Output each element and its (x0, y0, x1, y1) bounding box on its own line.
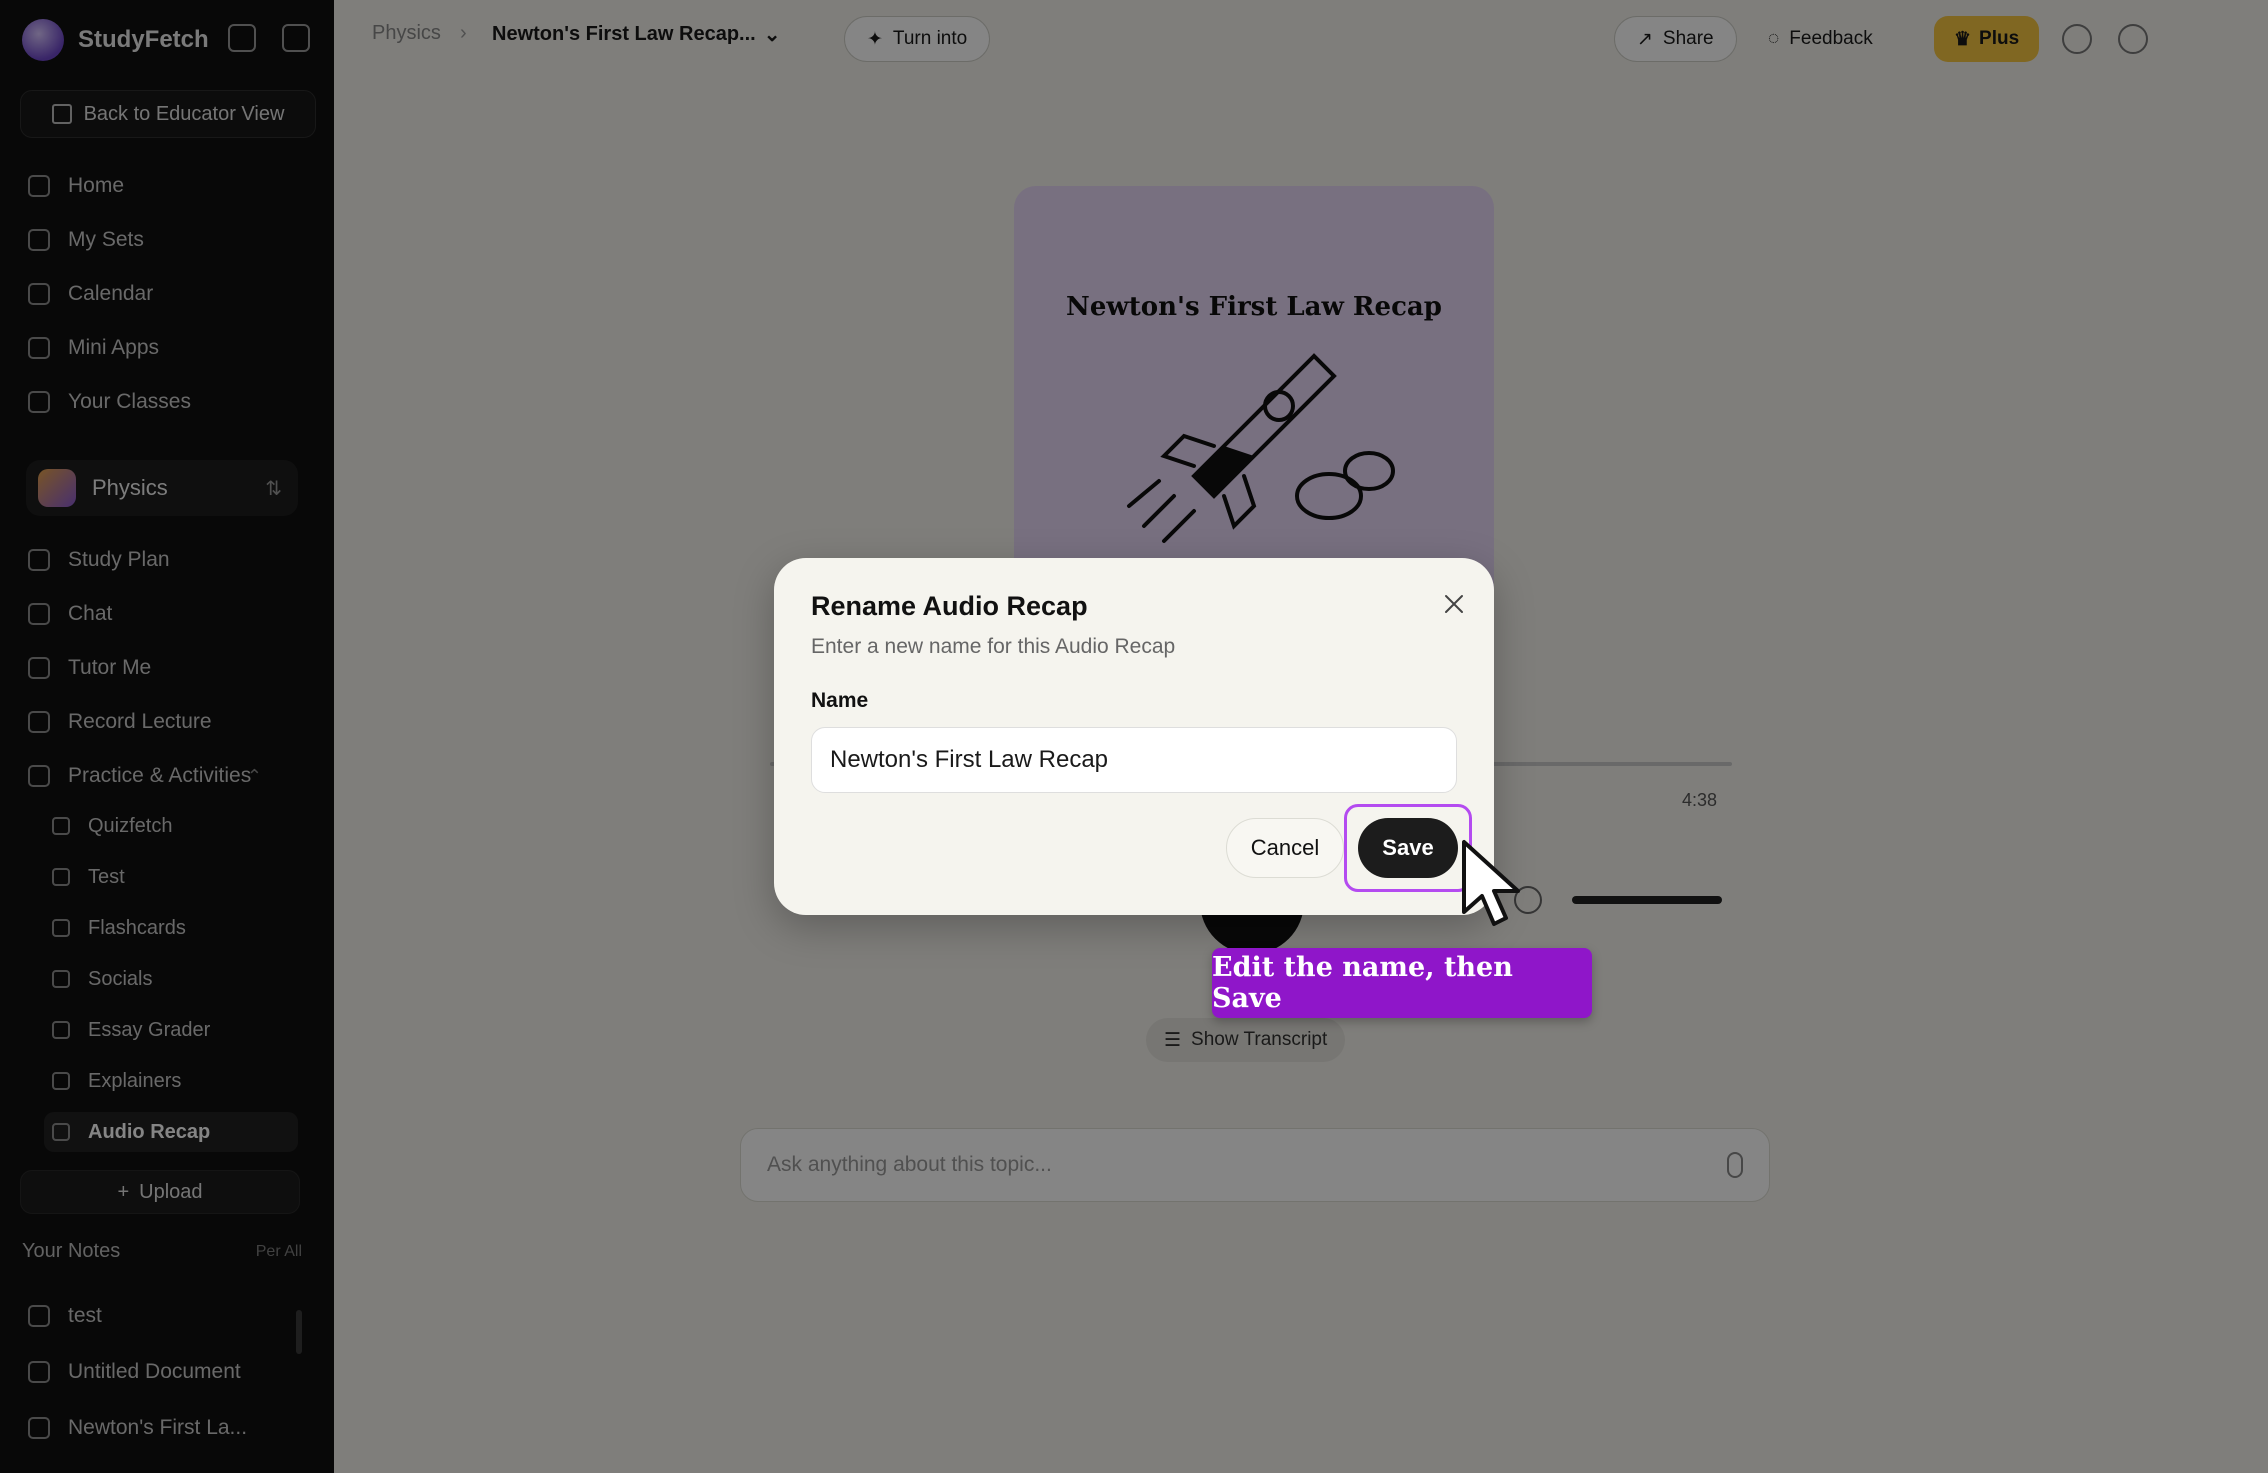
save-button[interactable]: Save (1358, 818, 1458, 878)
close-button[interactable] (1436, 586, 1472, 622)
close-icon (1445, 595, 1463, 613)
pointer-cursor-icon (1462, 840, 1520, 926)
cancel-button[interactable]: Cancel (1226, 818, 1344, 878)
rename-dialog: Rename Audio Recap Enter a new name for … (774, 558, 1494, 915)
instruction-callout: Edit the name, then Save (1212, 948, 1592, 1018)
name-label: Name (811, 689, 869, 712)
dialog-description: Enter a new name for this Audio Recap (811, 635, 1176, 658)
dialog-title: Rename Audio Recap (811, 591, 1088, 621)
name-input[interactable] (811, 727, 1457, 793)
